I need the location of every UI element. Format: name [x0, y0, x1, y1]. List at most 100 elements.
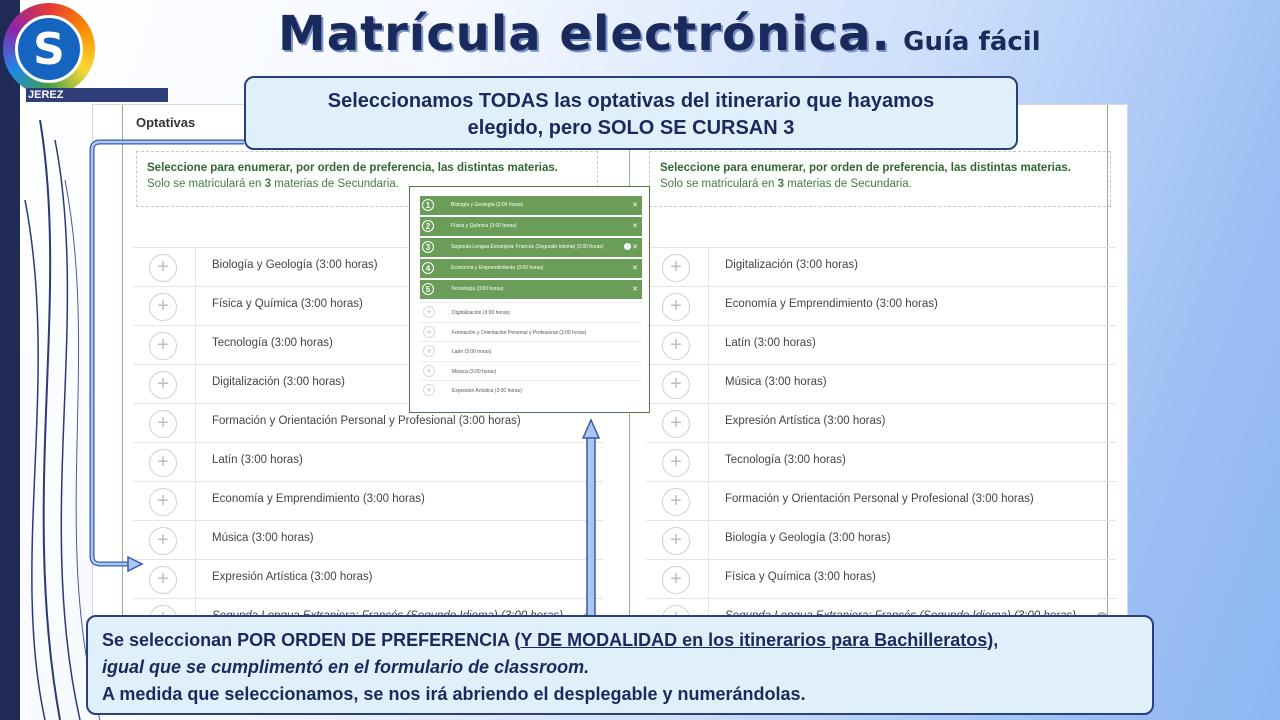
- panel-title: Optativas: [136, 115, 196, 130]
- divider: [708, 521, 709, 559]
- list-item[interactable]: + Tecnología (3:00 horas): [646, 442, 1116, 481]
- add-icon[interactable]: +: [423, 364, 435, 377]
- add-icon[interactable]: +: [149, 371, 177, 399]
- selected-label: Economía y Emprendimiento (3:00 horas): [451, 265, 544, 271]
- order-number: 4: [422, 262, 434, 274]
- selected-item[interactable]: 1 Biología y Geología (3:00 horas) ✕: [420, 196, 642, 215]
- subject-label: Expresión Artística (3:00 horas): [212, 571, 373, 583]
- column-border: [122, 105, 123, 625]
- selected-label: Biología y Geología (3:00 horas): [451, 202, 523, 208]
- list-item[interactable]: + Latín (3:00 horas): [133, 442, 603, 481]
- add-icon[interactable]: +: [149, 488, 177, 516]
- divider: [195, 287, 196, 325]
- add-icon[interactable]: +: [662, 371, 690, 399]
- remove-icon[interactable]: ✕: [632, 243, 638, 251]
- unselected-item[interactable]: + Expresión Artística (3:00 horas): [420, 380, 642, 400]
- callout-bottom-line1: Se seleccionan POR ORDEN DE PREFERENCIA …: [102, 630, 999, 650]
- list-item[interactable]: + Física y Química (3:00 horas): [646, 559, 1116, 598]
- selected-label: Física y Química (3:00 horas): [451, 223, 517, 229]
- remove-icon[interactable]: ✕: [632, 222, 638, 230]
- divider: [708, 482, 709, 520]
- add-icon[interactable]: +: [149, 332, 177, 360]
- add-icon[interactable]: +: [662, 410, 690, 438]
- add-icon[interactable]: +: [149, 527, 177, 555]
- add-icon[interactable]: +: [149, 449, 177, 477]
- subject-label: Formación y Orientación Personal y Profe…: [212, 415, 521, 427]
- school-logo: S: [3, 3, 95, 95]
- right-column: Seleccione para enumerar, por orden de p…: [646, 145, 1122, 625]
- callout-top: Seleccionamos TODAS las optativas del it…: [244, 76, 1018, 150]
- divider: [195, 482, 196, 520]
- selected-item[interactable]: 4 Economía y Emprendimiento (3:00 horas) ✕: [420, 259, 642, 278]
- add-icon[interactable]: +: [662, 566, 690, 594]
- selected-label: Tecnología (3:00 horas): [451, 286, 504, 292]
- list-item[interactable]: + Latín (3:00 horas): [646, 325, 1116, 364]
- list-item[interactable]: + Expresión Artística (3:00 horas): [646, 403, 1116, 442]
- list-item[interactable]: + Biología y Geología (3:00 horas): [646, 520, 1116, 559]
- divider: [195, 521, 196, 559]
- selected-item[interactable]: 3 Segunda Lengua Extranjera: Francés (Seg…: [420, 238, 642, 257]
- info-box: Seleccione para enumerar, por orden de p…: [649, 151, 1111, 207]
- divider: [195, 365, 196, 403]
- list-item[interactable]: + Expresión Artística (3:00 horas): [133, 559, 603, 598]
- list-item[interactable]: + Economía y Emprendimiento (3:00 horas): [133, 481, 603, 520]
- add-icon[interactable]: +: [149, 410, 177, 438]
- list-item[interactable]: + Música (3:00 horas): [646, 364, 1116, 403]
- order-number: 1: [422, 199, 434, 211]
- info-icon[interactable]: i: [624, 243, 631, 250]
- divider: [708, 287, 709, 325]
- divider: [195, 404, 196, 442]
- selected-label: Segunda Lengua Extranjera: Francés (Segu…: [451, 244, 604, 250]
- remove-icon[interactable]: ✕: [632, 264, 638, 272]
- divider: [708, 248, 709, 286]
- divider: [708, 404, 709, 442]
- subject-label: Física y Química (3:00 horas): [212, 298, 363, 310]
- selected-item[interactable]: 2 Física y Química (3:00 horas) ✕: [420, 217, 642, 236]
- subject-label: Física y Química (3:00 horas): [725, 571, 876, 583]
- unselected-item[interactable]: + Digitalización (3:00 horas): [420, 302, 642, 322]
- list-item[interactable]: + Música (3:00 horas): [133, 520, 603, 559]
- add-icon[interactable]: +: [662, 254, 690, 282]
- add-icon[interactable]: +: [662, 527, 690, 555]
- list-item[interactable]: + Digitalización (3:00 horas): [646, 247, 1116, 286]
- add-icon[interactable]: +: [423, 384, 435, 396]
- add-icon[interactable]: +: [149, 293, 177, 321]
- callout-bottom: Se seleccionan POR ORDEN DE PREFERENCIA …: [86, 615, 1154, 715]
- add-icon[interactable]: +: [149, 254, 177, 282]
- add-icon[interactable]: +: [662, 449, 690, 477]
- subject-label: Economía y Emprendimiento (3:00 horas): [725, 298, 938, 310]
- subject-label: Música (3:00 horas): [212, 532, 314, 544]
- list-item[interactable]: + Formación y Orientación Personal y Prof…: [646, 481, 1116, 520]
- add-icon[interactable]: +: [423, 345, 435, 357]
- subject-label: Latín (3:00 horas): [725, 337, 816, 349]
- add-icon[interactable]: +: [662, 293, 690, 321]
- add-icon[interactable]: +: [662, 488, 690, 516]
- unselected-item[interactable]: + Formación y Orientación Personal y Prof…: [420, 321, 642, 342]
- remove-icon[interactable]: ✕: [632, 201, 638, 209]
- list-item[interactable]: + Economía y Emprendimiento (3:00 horas): [646, 286, 1116, 325]
- info-line1: Seleccione para enumerar, por orden de p…: [147, 162, 558, 174]
- subject-label: Digitalización (3:00 horas): [212, 376, 345, 388]
- unselected-label: Latín (3:00 horas): [452, 349, 492, 355]
- subject-label: Digitalización (3:00 horas): [725, 259, 858, 271]
- add-icon[interactable]: +: [423, 325, 435, 338]
- subject-label: Biología y Geología (3:00 horas): [212, 259, 378, 271]
- unselected-label: Música (3:00 horas): [452, 368, 497, 375]
- add-icon[interactable]: +: [423, 306, 435, 318]
- add-icon[interactable]: +: [149, 566, 177, 594]
- subject-label: Latín (3:00 horas): [212, 454, 303, 466]
- unselected-item[interactable]: + Latín (3:00 horas): [420, 341, 642, 361]
- left-accent-bar: [0, 0, 20, 720]
- remove-icon[interactable]: ✕: [632, 285, 638, 293]
- subject-label: Economía y Emprendimiento (3:00 horas): [212, 493, 425, 505]
- info-line2: Solo se matriculará en 3 materias de Sec…: [660, 178, 912, 190]
- divider: [708, 560, 709, 598]
- add-icon[interactable]: +: [662, 332, 690, 360]
- unselected-item[interactable]: + Música (3:00 horas): [420, 360, 642, 381]
- divider: [195, 326, 196, 364]
- logo-tag: JEREZ: [26, 88, 168, 102]
- divider: [195, 443, 196, 481]
- logo-letter: S: [15, 15, 83, 83]
- subject-label: Formación y Orientación Personal y Profe…: [725, 493, 1034, 505]
- selected-item[interactable]: 5 Tecnología (3:00 horas) ✕: [420, 280, 642, 299]
